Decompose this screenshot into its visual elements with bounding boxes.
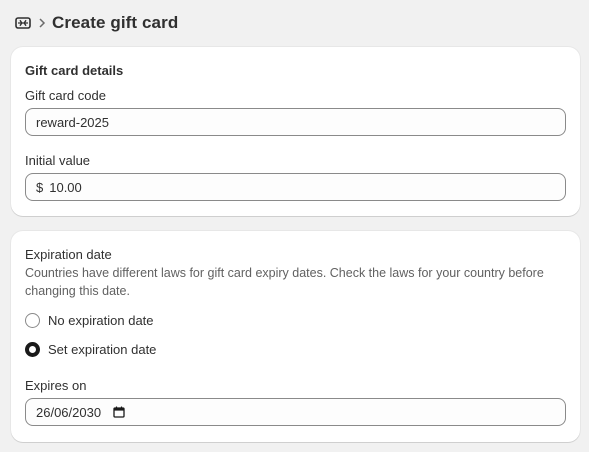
gift-card-code-value: reward-2025 [36,114,109,130]
expires-on-value: 26/06/2030 [36,404,102,420]
details-section-title: Gift card details [25,63,124,78]
calendar-icon[interactable] [113,406,125,418]
radio-button-selected[interactable] [25,342,40,357]
radio-button[interactable] [25,313,40,328]
radio-no-expiration[interactable]: No expiration date [25,313,154,328]
gift-card-icon[interactable] [15,15,31,31]
expiration-date-card: Expiration date Countries have different… [11,231,580,442]
currency-prefix: $ [36,179,44,195]
page-title: Create gift card [52,13,179,32]
expires-on-date-input[interactable]: 26/06/2030 [25,398,566,426]
page-header: Create gift card [15,11,178,35]
gift-card-code-input[interactable]: reward-2025 [25,108,566,136]
expires-on-label: Expires on [25,378,87,393]
expiration-description: Countries have different laws for gift c… [25,266,544,298]
expiration-section-title: Expiration date [25,247,112,262]
radio-label: No expiration date [48,313,154,328]
initial-value-label: Initial value [25,153,91,168]
initial-value-value: 10.00 [49,179,82,195]
gift-card-code-label: Gift card code [25,88,106,103]
radio-label: Set expiration date [48,342,157,357]
page: Create gift card Gift card details Gift … [0,0,589,452]
chevron-right-icon [38,17,46,29]
initial-value-input[interactable]: $ 10.00 [25,173,566,201]
gift-card-details-card: Gift card details Gift card code reward-… [11,47,580,216]
radio-set-expiration[interactable]: Set expiration date [25,342,156,357]
